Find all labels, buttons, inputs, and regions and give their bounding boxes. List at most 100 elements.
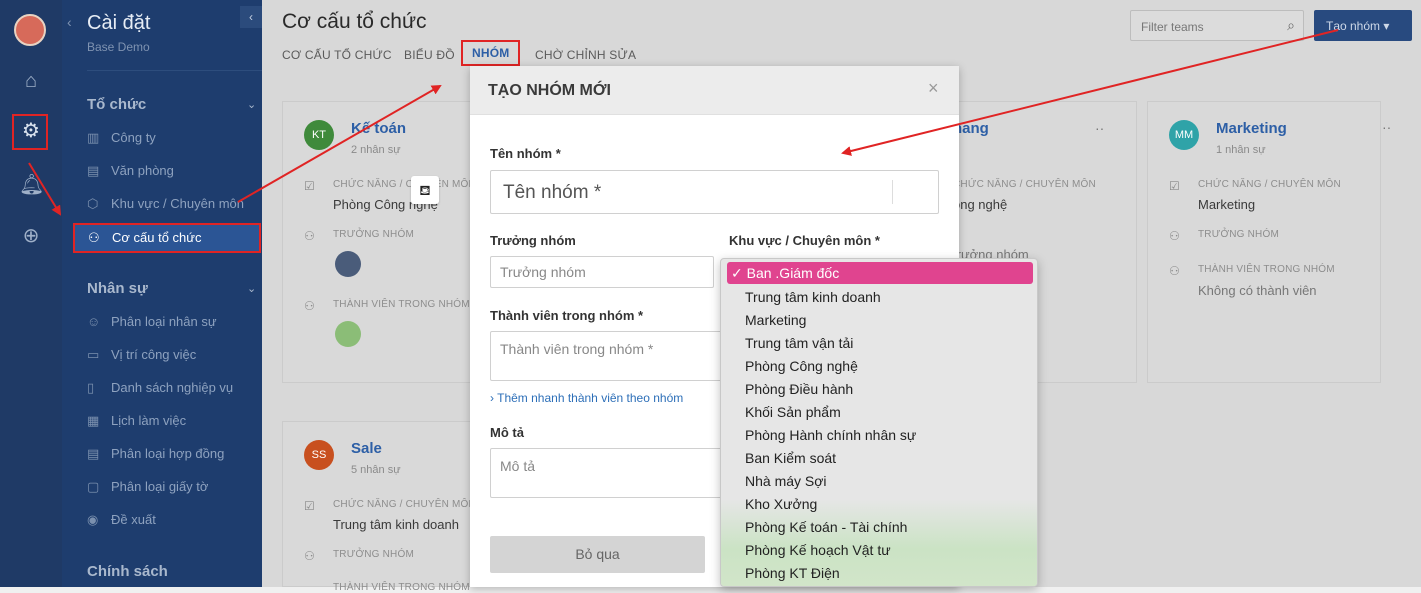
sidebar-item-lich-lam-viec[interactable]: ▦ Lịch làm việc — [82, 408, 258, 434]
section-nhan-su[interactable]: Nhân sự ⌄ — [87, 280, 256, 297]
home-icon[interactable]: ⌂ — [19, 69, 43, 93]
sidebar-item-de-xuat[interactable]: ◉ Đề xuất — [82, 507, 258, 533]
more-options-icon[interactable]: ·· — [1382, 119, 1391, 135]
sidebar-item-label: Phân loại giấy tờ — [111, 479, 209, 494]
dropdown-option[interactable]: Phòng Kế toán - Tài chính — [745, 519, 907, 535]
option-selected[interactable]: ✓ Ban .Giám đốc — [727, 262, 1033, 284]
sidebar-item-label: Khu vực / Chuyên môn — [111, 196, 244, 211]
broadcast-icon: ◉ — [87, 512, 99, 527]
bell-icon[interactable]: 🔔︎ — [19, 173, 44, 197]
sidebar-item-khu-vuc[interactable]: ⬡ Khu vực / Chuyên môn — [82, 191, 258, 217]
sidebar-item-vi-tri-cong-viec[interactable]: ▭ Vị trí công việc — [82, 342, 258, 368]
sidebar-item-phan-loai-hop-dong[interactable]: ▤ Phân loại hợp đồng — [82, 441, 258, 467]
section-to-chuc[interactable]: Tổ chức ⌄ — [87, 96, 256, 113]
people-icon: ⚇ — [304, 299, 315, 313]
members-label: THÀNH VIÊN TRONG NHÓM — [1198, 264, 1335, 275]
modal-title: TẠO NHÓM MỚI — [488, 82, 611, 99]
dropdown-option[interactable]: Kho Xưởng — [745, 496, 817, 512]
dropdown-option[interactable]: Phòng Công nghệ — [745, 358, 858, 374]
sidebar-item-cong-ty[interactable]: ▥ Công ty — [82, 125, 258, 151]
people-icon: ⚇ — [1169, 229, 1180, 243]
skip-button[interactable]: Bỏ qua — [490, 536, 705, 573]
quick-add-members-link[interactable]: › Thêm nhanh thành viên theo nhóm — [490, 391, 683, 405]
dropdown-option[interactable]: Khối Sản phẩm — [745, 404, 841, 420]
sidebar-item-label: Đề xuất — [111, 512, 156, 527]
dropdown-option[interactable]: Phòng KT Điện — [745, 565, 840, 581]
input-divider — [892, 180, 893, 204]
sidebar-item-label: Phân loại nhân sự — [111, 314, 217, 329]
close-icon[interactable]: × — [928, 78, 939, 99]
checkbox-icon: ☑ — [1169, 179, 1180, 193]
sidebar-subtitle: Base Demo — [87, 40, 150, 54]
book-icon: ▯ — [87, 380, 95, 395]
create-team-button[interactable]: Tạo nhóm ▾ — [1314, 10, 1412, 41]
members-value: Không có thành viên — [1198, 283, 1317, 298]
sidebar-divider — [87, 70, 262, 71]
team-name[interactable]: Sale — [351, 440, 382, 457]
leader-label: Trưởng nhóm — [490, 233, 576, 248]
sidebar-item-van-phong[interactable]: ▤ Văn phòng — [82, 158, 258, 184]
tab-bieu-do[interactable]: BIỂU ĐỒ — [404, 48, 455, 62]
leader-input[interactable]: Trưởng nhóm — [490, 256, 714, 288]
member-count: 2 nhân sự — [351, 144, 401, 156]
chevron-down-icon: ⌄ — [247, 283, 257, 295]
dropdown-option[interactable]: Marketing — [745, 312, 806, 328]
function-label: CHỨC NĂNG / CHUYÊN MÔN — [953, 179, 1096, 190]
caret-down-icon: ▾ — [1383, 19, 1390, 33]
people-icon: ⚇ — [304, 229, 315, 243]
leader-avatar[interactable] — [335, 251, 361, 277]
dropdown-option[interactable]: Trung tâm kinh doanh — [745, 289, 881, 305]
sidebar-item-label: Danh sách nghiệp vụ — [111, 380, 234, 395]
section-label: Tổ chức — [87, 96, 147, 113]
dropdown-option[interactable]: Nhà máy Sợi — [745, 473, 827, 489]
team-card-marketing[interactable]: MM Marketing 1 nhân sự ☑ CHỨC NĂNG / CHU… — [1147, 101, 1381, 383]
section-label: Chính sách — [87, 563, 168, 580]
dropdown-option[interactable]: Ban Kiểm soát — [745, 450, 836, 466]
section-label: Nhân sự — [87, 280, 148, 297]
dropdown-option[interactable]: Phòng Điều hành — [745, 381, 853, 397]
description-input[interactable]: Mô tả — [490, 448, 730, 498]
people-icon: ⚇ — [1169, 264, 1180, 278]
member-avatar[interactable] — [335, 321, 361, 347]
dropdown-option[interactable]: Phòng Hành chính nhân sự — [745, 427, 916, 443]
back-chevron-icon[interactable]: ‹ — [67, 14, 72, 30]
contract-icon: ▤ — [87, 446, 100, 461]
sidebar-item-phan-loai-giay-to[interactable]: ▢ Phân loại giấy tờ — [82, 474, 258, 500]
team-card-sale[interactable]: SS Sale 5 nhân sự ☑ CHỨC NĂNG / CHUYÊN M… — [282, 421, 502, 593]
area-dropdown-list[interactable]: ✓ Ban .Giám đốc Trung tâm kinh doanh Mar… — [720, 258, 1038, 587]
team-avatar: SS — [304, 440, 334, 470]
user-avatar[interactable] — [14, 14, 46, 46]
team-avatar: MM — [1169, 120, 1199, 150]
filter-teams-input[interactable]: Filter teams ⌕ — [1130, 10, 1304, 41]
section-chinh-sach[interactable]: Chính sách — [87, 563, 168, 580]
function-label: CHỨC NĂNG / CHUYÊN MÔN — [333, 179, 476, 190]
tab-co-cau-to-chuc[interactable]: CƠ CẤU TỔ CHỨC — [282, 48, 392, 62]
filter-placeholder: Filter teams — [1141, 20, 1204, 34]
dropdown-option[interactable]: Trung tâm vận tải — [745, 335, 853, 351]
members-label: THÀNH VIÊN TRONG NHÓM — [333, 582, 470, 593]
member-count: 5 nhân sự — [351, 464, 401, 476]
more-options-icon[interactable]: ·· — [1095, 120, 1104, 136]
tab-nhom[interactable]: NHÓM — [461, 40, 521, 66]
sidebar-item-phan-loai-nhan-su[interactable]: ☺ Phân loại nhân sự — [82, 309, 258, 335]
office-icon: ▤ — [87, 163, 100, 178]
add-circle-icon[interactable]: ⊕ — [19, 224, 43, 248]
team-card-ke-toan[interactable]: KT Kế toán 2 nhân sự ☑ CHỨC NĂNG / CHUYÊ… — [282, 101, 502, 383]
team-name[interactable]: Marketing — [1216, 120, 1287, 137]
dropdown-option[interactable]: Phòng Kế hoạch Vật tư — [745, 542, 891, 558]
team-name[interactable]: Kế toán — [351, 120, 406, 137]
paint-bucket-icon[interactable]: ⛾ — [411, 176, 439, 204]
members-placeholder: Thành viên trong nhóm * — [500, 341, 654, 357]
team-name-input[interactable]: Tên nhóm * — [490, 170, 939, 214]
sidebar-item-co-cau-to-chuc[interactable]: ⚇ Cơ cấu tổ chức — [73, 223, 261, 253]
person-icon: ☺ — [87, 314, 101, 329]
function-value: Trung tâm kinh doanh — [333, 517, 459, 532]
briefcase-icon: ▭ — [87, 347, 100, 362]
settings-sidebar: ‹ Cài đặt Base Demo ‹ Tổ chức ⌄ ▥ Công ty … — [62, 0, 262, 587]
team-name-label: Tên nhóm * — [490, 146, 561, 161]
collapse-sidebar-button[interactable]: ‹ — [240, 6, 262, 28]
tab-cho-chinh-sua[interactable]: CHỜ CHỈNH SỬA — [535, 48, 636, 62]
people-icon: ⚇ — [304, 549, 315, 563]
sidebar-item-danh-sach-nghiep-vu[interactable]: ▯ Danh sách nghiệp vụ — [82, 375, 258, 401]
members-input[interactable]: Thành viên trong nhóm * — [490, 331, 730, 381]
